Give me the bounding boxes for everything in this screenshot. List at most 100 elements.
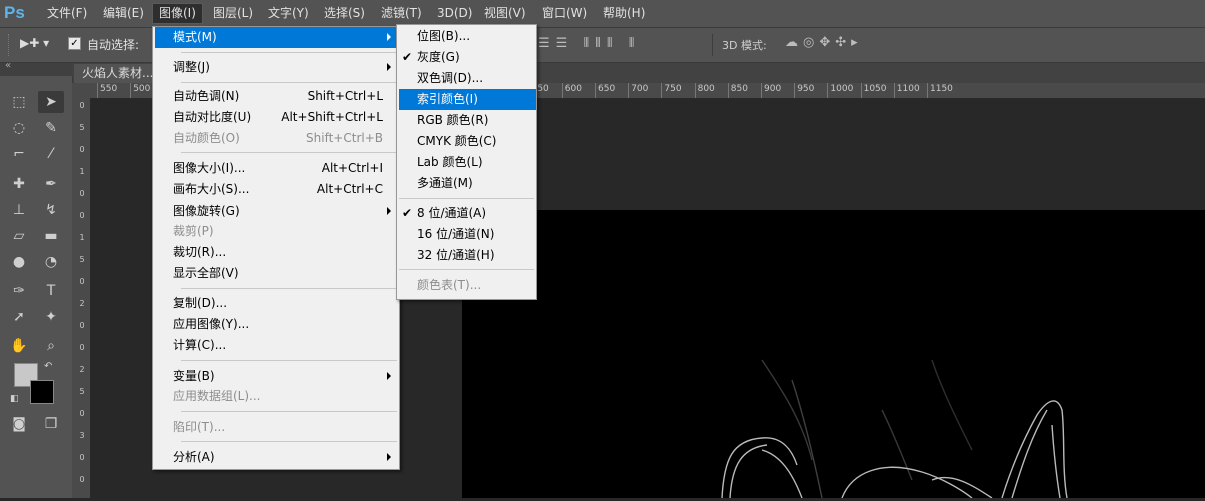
menu-file[interactable]: 文件(F) (41, 4, 93, 23)
path-select-tool-icon[interactable]: ➚ (6, 306, 32, 328)
menu-item-mode[interactable]: 模式(M) (155, 27, 399, 48)
ruler-tick-label: 850 (727, 83, 748, 98)
ruler-tick-label: 1000 (827, 83, 854, 98)
submenu-arrow-icon (387, 63, 391, 71)
menu-help[interactable]: 帮助(H) (597, 4, 651, 23)
mode-item-lab[interactable]: Lab 颜色(L) (399, 152, 536, 173)
menu-view[interactable]: 视图(V) (478, 4, 532, 23)
3d-mode-label: 3D 模式: (722, 39, 767, 52)
separator (181, 152, 397, 153)
ruler-tick-label: 2 (79, 365, 85, 374)
mode-item-8bit[interactable]: ✔ 8 位/通道(A) (399, 203, 536, 224)
screen-mode-icon[interactable]: ❐ (38, 413, 64, 435)
move-tool-preset-icon[interactable]: ▶✚ ▾ (20, 36, 49, 50)
history-brush-tool-icon[interactable]: ↯ (38, 199, 64, 221)
menu-edit[interactable]: 编辑(E) (97, 4, 150, 23)
ruler-tick-label: 0 (79, 211, 85, 220)
lasso-tool-icon[interactable]: ◌ (6, 117, 32, 139)
document-tab[interactable]: 火焰人素材... (74, 64, 164, 83)
zoom-tool-icon[interactable]: ⌕ (38, 335, 64, 357)
swap-colors-icon[interactable]: ↶ (44, 361, 52, 372)
blur-tool-icon[interactable]: ● (6, 251, 32, 273)
auto-select-label: 自动选择: (87, 38, 140, 52)
menu-item-image-rotation[interactable]: 图像旋转(G) (155, 201, 399, 222)
separator (181, 288, 397, 289)
menu-item-auto-tone[interactable]: 自动色调(N) Shift+Ctrl+L (155, 86, 399, 107)
marquee-tool-icon[interactable]: ⬚ (6, 91, 32, 113)
divider (712, 34, 713, 56)
mode-item-duotone[interactable]: 双色调(D)... (399, 68, 536, 89)
menu-item-adjustments[interactable]: 调整(J) (155, 57, 399, 78)
ruler-tick-label: 600 (561, 83, 582, 98)
document-canvas[interactable] (462, 210, 1205, 499)
mode-item-indexed-color[interactable]: 索引颜色(I) (399, 89, 536, 110)
ruler-tick-label: 2 (79, 299, 85, 308)
move-tool-icon[interactable]: ➤ (38, 91, 64, 113)
vertical-ruler[interactable]: 0 5 0 1 0 0 1 5 0 2 0 0 2 5 0 3 0 0 (72, 98, 91, 498)
menu-type[interactable]: 文字(Y) (262, 4, 315, 23)
pen-tool-icon[interactable]: ✑ (6, 280, 32, 302)
separator (181, 360, 397, 361)
ruler-tick-label: 750 (661, 83, 682, 98)
menu-layer[interactable]: 图层(L) (207, 4, 259, 23)
grip-handle (8, 34, 11, 56)
ruler-tick-label: 1100 (893, 83, 920, 98)
ruler-tick-label: 900 (760, 83, 782, 98)
dodge-tool-icon[interactable]: ◔ (38, 251, 64, 273)
menu-item-calculations[interactable]: 计算(C)... (155, 335, 399, 356)
ruler-tick-label: 1 (79, 167, 85, 176)
3d-mode-icons[interactable]: ☁◎✥✣▸ (785, 35, 863, 50)
menu-item-variables[interactable]: 变量(B) (155, 366, 399, 387)
menu-item-trim[interactable]: 裁切(R)... (155, 242, 399, 263)
ruler-tick-label: 0 (79, 101, 85, 110)
menu-item-auto-color: 自动颜色(O) Shift+Ctrl+B (173, 131, 383, 145)
separator (181, 82, 397, 83)
tools-panel-header[interactable]: « (0, 60, 72, 76)
mode-item-16bit[interactable]: 16 位/通道(N) (399, 224, 536, 245)
ruler-tick-label: 800 (694, 83, 715, 98)
collapse-icon[interactable]: « (5, 60, 11, 71)
menu-window[interactable]: 窗口(W) (536, 4, 593, 23)
hand-tool-icon[interactable]: ✋ (6, 335, 32, 357)
menu-filter[interactable]: 滤镜(T) (375, 4, 428, 23)
crop-tool-icon[interactable]: ⌐ (6, 143, 32, 165)
shape-tool-icon[interactable]: ✦ (38, 306, 64, 328)
brush-tool-icon[interactable]: ✒ (38, 173, 64, 195)
menu-item-duplicate[interactable]: 复制(D)... (155, 293, 399, 314)
eraser-tool-icon[interactable]: ▱ (6, 225, 32, 247)
default-colors-icon[interactable]: ◧ (10, 394, 19, 404)
ruler-tick-label: 650 (594, 83, 616, 98)
clone-stamp-tool-icon[interactable]: ⊥ (6, 199, 32, 221)
submenu-arrow-icon (387, 33, 391, 41)
align-icons[interactable]: ☰☰ ⦀⦀⦀ ⦀ (538, 36, 640, 51)
mode-item-cmyk[interactable]: CMYK 颜色(C) (399, 131, 536, 152)
menu-item-canvas-size[interactable]: 画布大小(S)... Alt+Ctrl+C (155, 179, 399, 200)
mode-item-multichannel[interactable]: 多通道(M) (399, 173, 536, 194)
menu-item-reveal-all[interactable]: 显示全部(V) (155, 263, 399, 284)
ruler-tick-label: 0 (79, 343, 85, 352)
auto-select-checkbox[interactable]: ✓ (68, 37, 81, 50)
quick-select-tool-icon[interactable]: ✎ (38, 117, 64, 139)
menu-select[interactable]: 选择(S) (318, 4, 371, 23)
menu-item-auto-contrast[interactable]: 自动对比度(U) Alt+Shift+Ctrl+L (155, 107, 399, 128)
menu-item-analysis[interactable]: 分析(A) (155, 447, 399, 468)
ruler-tick-label: 0 (79, 321, 85, 330)
ruler-tick-label: 5 (79, 255, 85, 264)
gradient-tool-icon[interactable]: ▬ (38, 225, 64, 247)
mode-item-grayscale[interactable]: ✔ 灰度(G) (399, 47, 536, 68)
menu-3d[interactable]: 3D(D) (431, 4, 478, 23)
menu-item-apply-image[interactable]: 应用图像(Y)... (155, 314, 399, 335)
menu-item-image-size[interactable]: 图像大小(I)... Alt+Ctrl+I (155, 158, 399, 179)
healing-brush-tool-icon[interactable]: ✚ (6, 173, 32, 195)
mode-item-32bit[interactable]: 32 位/通道(H) (399, 245, 536, 266)
mode-submenu-dropdown: 位图(B)... ✔ 灰度(G) 双色调(D)... 索引颜色(I) RGB 颜色… (396, 24, 537, 300)
mode-item-rgb[interactable]: RGB 颜色(R) (399, 110, 536, 131)
type-tool-icon[interactable]: T (38, 280, 64, 302)
mode-item-bitmap[interactable]: 位图(B)... (399, 26, 536, 47)
menu-image[interactable]: 图像(I) (152, 3, 203, 24)
menu-item-apply-data-set: 应用数据组(L)... (173, 389, 261, 403)
quick-mask-icon[interactable]: ◙ (6, 413, 32, 435)
eyedropper-tool-icon[interactable]: ⁄ (38, 143, 64, 165)
background-color-swatch[interactable] (30, 380, 54, 404)
image-menu-dropdown: 模式(M) 调整(J) 自动色调(N) Shift+Ctrl+L 自动对比度(U)… (152, 26, 400, 470)
